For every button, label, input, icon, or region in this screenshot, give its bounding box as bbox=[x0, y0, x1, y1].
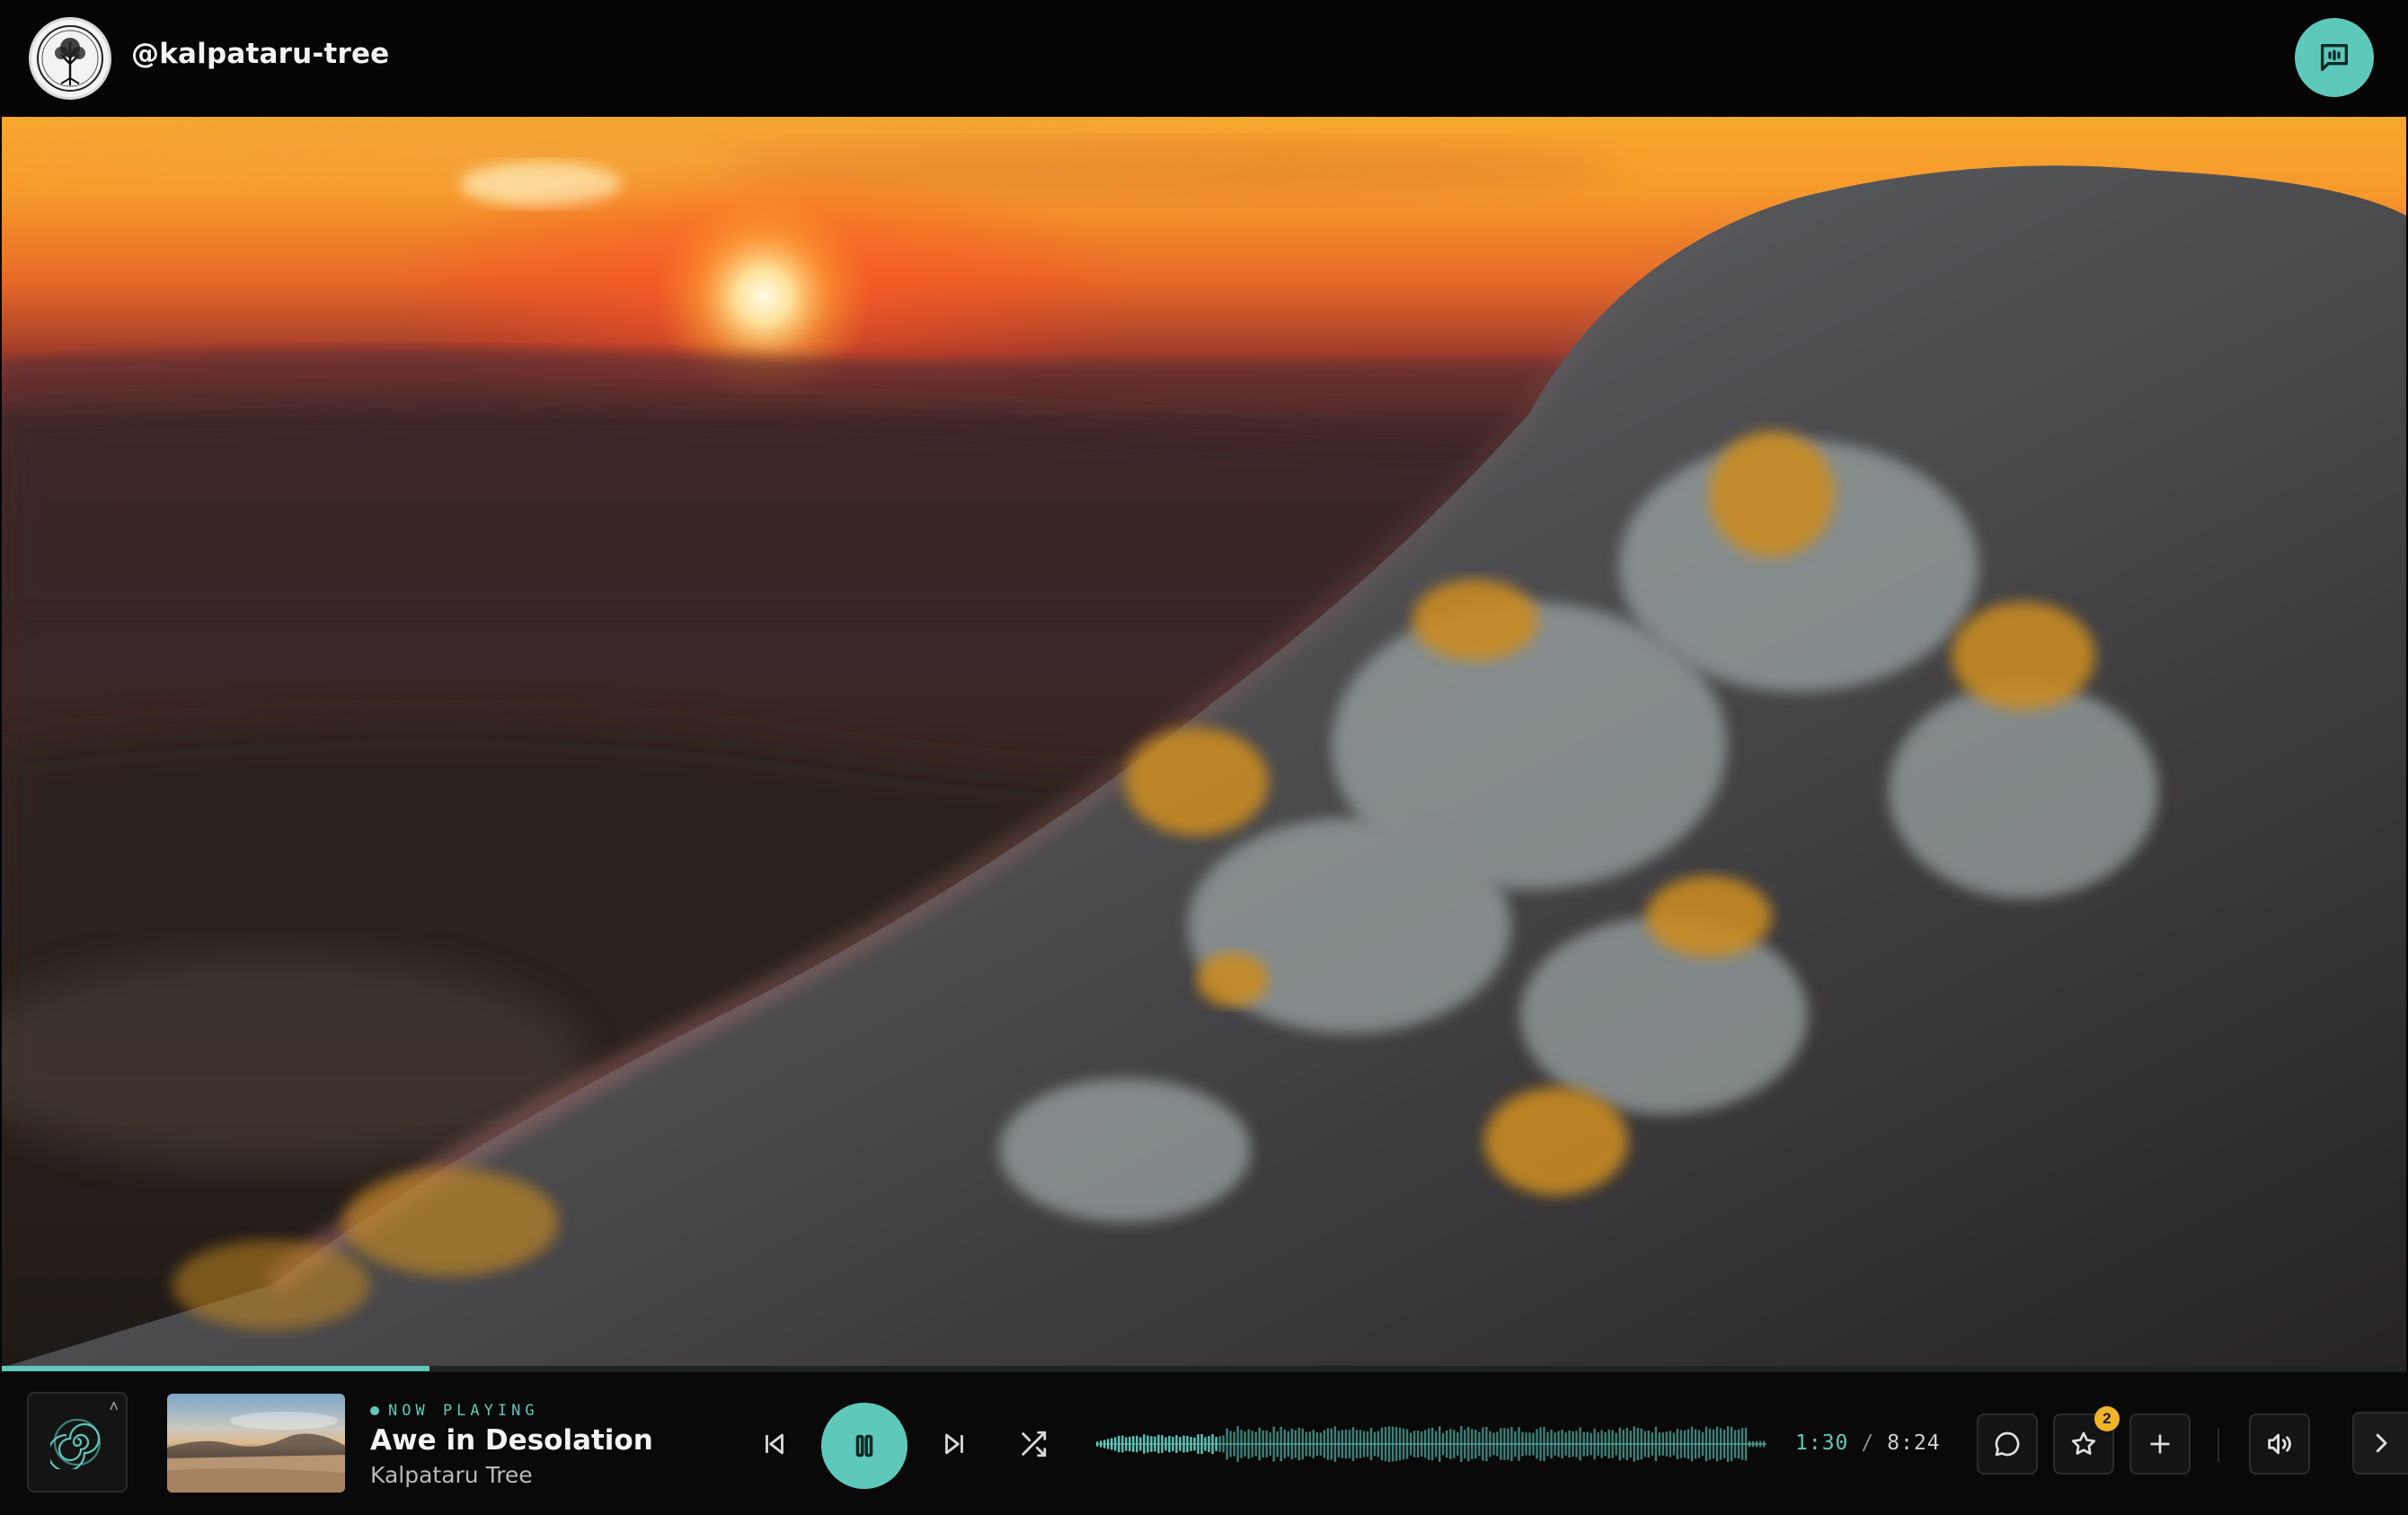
message-square-icon bbox=[2321, 44, 2348, 72]
tree-logo-icon[interactable] bbox=[29, 17, 111, 100]
chevron-right-icon bbox=[2376, 1433, 2387, 1453]
plus-icon bbox=[2150, 1434, 2170, 1454]
pause-icon bbox=[855, 1434, 873, 1457]
add-to-playlist-button[interactable] bbox=[2129, 1413, 2191, 1475]
favorites-count-badge: 2 bbox=[2094, 1406, 2120, 1431]
volume-icon bbox=[2268, 1433, 2291, 1455]
time-separator: / bbox=[1861, 1431, 1875, 1455]
favorite-button[interactable]: 2 bbox=[2053, 1406, 2120, 1475]
volume-button[interactable] bbox=[2249, 1413, 2310, 1475]
comment-icon bbox=[1995, 1431, 2020, 1457]
spiral-disc-icon bbox=[50, 1418, 102, 1469]
comment-button[interactable] bbox=[1977, 1413, 2038, 1475]
player-bar: ˄ NOW PLAYING Awe in Desolation Kalpatar… bbox=[0, 1371, 2408, 1515]
toolbar-divider bbox=[2218, 1428, 2219, 1462]
previous-button[interactable] bbox=[753, 1422, 796, 1466]
time-display: 1:30 / 8:24 bbox=[1795, 1431, 1941, 1455]
shuffle-icon bbox=[1022, 1431, 1047, 1457]
expand-panel-button[interactable] bbox=[2352, 1412, 2408, 1475]
current-time: 1:30 bbox=[1795, 1431, 1849, 1455]
shuffle-button[interactable] bbox=[1012, 1422, 1055, 1466]
waveform-baseline bbox=[1096, 1443, 1766, 1445]
track-artwork bbox=[2, 117, 2406, 1368]
track-thumbnail[interactable] bbox=[167, 1394, 345, 1493]
track-artist[interactable]: Kalpataru Tree bbox=[370, 1462, 533, 1488]
chat-button[interactable] bbox=[2295, 18, 2374, 97]
now-playing-label: NOW PLAYING bbox=[370, 1402, 539, 1420]
now-playing-dot bbox=[370, 1406, 379, 1415]
now-playing-text: NOW PLAYING bbox=[388, 1402, 539, 1420]
channel-username[interactable]: @kalpataru-tree bbox=[131, 38, 389, 70]
chevron-up-icon: ˄ bbox=[109, 1397, 119, 1415]
track-title[interactable]: Awe in Desolation bbox=[370, 1424, 653, 1457]
skip-back-icon bbox=[766, 1433, 783, 1455]
track-duration: 8:24 bbox=[1887, 1431, 1941, 1455]
player-menu-button[interactable]: ˄ bbox=[27, 1392, 128, 1493]
next-button[interactable] bbox=[933, 1422, 976, 1466]
star-icon bbox=[2071, 1431, 2096, 1455]
top-bar: @kalpataru-tree bbox=[0, 0, 2408, 117]
skip-forward-icon bbox=[945, 1433, 963, 1455]
pause-button[interactable] bbox=[821, 1403, 907, 1489]
waveform-scrubber[interactable] bbox=[1096, 1412, 1766, 1476]
